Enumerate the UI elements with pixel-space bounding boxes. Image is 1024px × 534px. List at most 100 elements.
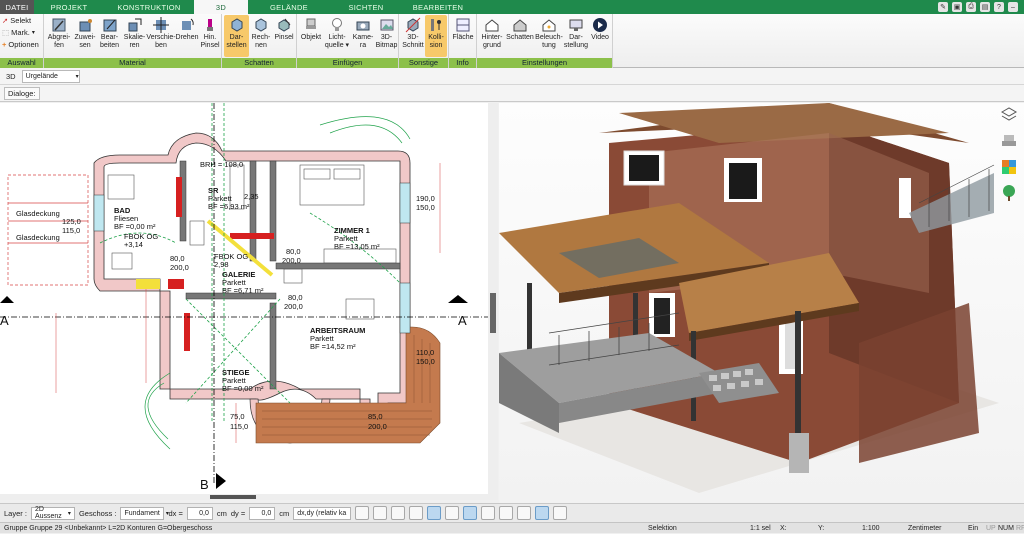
screen-icon[interactable]: [373, 506, 388, 520]
bearbeiten-button[interactable]: Bear- beiten: [97, 15, 122, 57]
terrain-select[interactable]: Urgelände ▾: [21, 69, 80, 83]
line-snap-icon[interactable]: [427, 506, 442, 520]
layer-select[interactable]: 2D Aussenz ▾: [30, 506, 75, 520]
tab-sichten[interactable]: SICHTEN: [330, 0, 402, 14]
selekt-button[interactable]: ➚ Selekt: [2, 16, 31, 25]
rechnen-button[interactable]: Rech- nen: [249, 15, 273, 57]
hin-pinsel-button[interactable]: Hin. Pinsel: [199, 15, 221, 57]
tab-gelaende[interactable]: GELÄNDE: [248, 0, 330, 14]
dx-label: dx =: [168, 508, 183, 518]
verschieben-button[interactable]: Verschie- ben: [146, 15, 176, 57]
ribbon: ➚ Selekt ⬚ Mark. ▾ + Optionen Auswahl Abg…: [0, 14, 1024, 68]
plus-icon: +: [2, 40, 7, 49]
clock-icon[interactable]: [355, 506, 370, 520]
tab-projekt[interactable]: PROJEKT: [34, 0, 104, 14]
help-icon[interactable]: ?: [994, 2, 1004, 12]
save-icon[interactable]: ▣: [952, 2, 962, 12]
status-up: UP: [986, 525, 996, 532]
dy-unit: cm: [279, 508, 290, 518]
status-bar: Gruppe Gruppe 29 <Unbekannt> L=2D Kontur…: [0, 522, 1024, 533]
lichtquelle-button[interactable]: Licht- quelle ▾: [323, 15, 351, 57]
scroll-thumb[interactable]: [490, 293, 496, 333]
plan-vertical-scrollbar[interactable]: [488, 103, 498, 500]
dx-unit: cm: [216, 508, 227, 518]
dialoge-label: Dialoge:: [4, 86, 40, 100]
tree-icon[interactable]: [1000, 184, 1018, 202]
layout-icon[interactable]: ▤: [980, 2, 990, 12]
bitmap-icon: [379, 17, 395, 33]
hintergrund-button[interactable]: Hinter- grund: [479, 15, 505, 57]
print-icon[interactable]: ⎙: [966, 2, 976, 12]
rotate-icon: [179, 17, 195, 33]
beleuchtung-button[interactable]: Beleuch- tung: [535, 15, 563, 57]
dy-input[interactable]: 0,0: [249, 506, 276, 520]
plane-icon[interactable]: [463, 506, 478, 520]
3d-schnitt-button[interactable]: 3D- Schnitt: [401, 15, 425, 57]
grid-icon[interactable]: [499, 506, 514, 520]
zuweisen-button[interactable]: Zuwei- sen: [73, 15, 97, 57]
snap-icon[interactable]: [409, 506, 424, 520]
play-icon: [592, 17, 608, 33]
fbok-label: FBOK OG +3,14: [124, 232, 159, 249]
abgreifen-button[interactable]: Abgrei- fen: [46, 15, 72, 57]
optionen-button[interactable]: + Optionen: [2, 40, 39, 49]
dialog-bar: Dialoge:: [0, 85, 1024, 102]
dimension-label: 150,0: [416, 203, 435, 212]
3d-side-toolbar: [996, 106, 1022, 202]
glazing-label: Glasdeckung: [16, 209, 60, 218]
video-button[interactable]: Video: [589, 15, 611, 57]
tab-datei[interactable]: DATEI: [0, 0, 34, 14]
eyedropper-icon: [51, 17, 67, 33]
layers-icon[interactable]: [1000, 106, 1018, 124]
group-label-einstellungen: Einstellungen: [477, 58, 612, 68]
darstellen-button[interactable]: Dar- stellen: [224, 15, 249, 57]
house-shadow-icon: [512, 17, 528, 33]
collision-icon: [428, 17, 444, 33]
darstellung-button[interactable]: Dar- stellung: [563, 15, 589, 57]
3d-view[interactable]: [499, 103, 1024, 503]
materials-icon[interactable]: [1000, 158, 1018, 176]
mark-icon: ⬚: [2, 28, 10, 37]
plan-horizontal-scrollbar[interactable]: [0, 494, 488, 500]
dimension-label: 115,0: [230, 422, 249, 431]
kollision-button[interactable]: Kolli- sion: [425, 15, 447, 57]
coord-mode-select[interactable]: dx,dy (relativ ka: [293, 506, 352, 520]
group-label-sonstige: Sonstige: [399, 58, 448, 68]
schatten-settings-button[interactable]: Schatten: [505, 15, 535, 57]
tab-bearbeiten[interactable]: BEARBEITEN: [402, 0, 474, 14]
floor-plan-drawing: [0, 103, 498, 489]
section-a-right: A: [458, 313, 467, 328]
tab-3d[interactable]: 3D: [194, 0, 248, 14]
minimize-icon[interactable]: –: [1008, 2, 1018, 12]
angle-icon[interactable]: [445, 506, 460, 520]
dimension-label: 115,0: [62, 226, 81, 235]
armchair-icon[interactable]: [1000, 132, 1018, 150]
status-rf: RF: [1016, 525, 1024, 532]
drehen-button[interactable]: Drehen: [175, 15, 199, 57]
objekt-button[interactable]: Objekt: [299, 15, 323, 57]
mark-button[interactable]: ⬚ Mark. ▾: [2, 28, 35, 37]
house-light-icon: [541, 17, 557, 33]
area-icon[interactable]: [517, 506, 532, 520]
3d-bitmap-button[interactable]: 3D- Bitmap: [375, 15, 398, 57]
dimension-label: 80,0: [170, 254, 185, 263]
scroll-thumb[interactable]: [210, 495, 256, 499]
ortho-icon[interactable]: [391, 506, 406, 520]
schatten-pinsel-button[interactable]: Pinsel: [273, 15, 295, 57]
room-label-arbeitsraum: ARBEITSRAUM Parkett BF =14,52 m²: [310, 326, 366, 351]
pin-icon[interactable]: [553, 506, 568, 520]
scissors-icon[interactable]: [481, 506, 496, 520]
pencil-icon[interactable]: ✎: [938, 2, 948, 12]
kamera-button[interactable]: Kame- ra: [351, 15, 375, 57]
dimension-label: 2,35: [244, 192, 259, 201]
flaeche-button[interactable]: Fläche: [451, 15, 475, 57]
floor-plan-view[interactable]: Glasdeckung Glasdeckung 125,0 115,0 BAD …: [0, 103, 498, 500]
skalieren-button[interactable]: Skalie- ren: [122, 15, 147, 57]
glazing-label: Glasdeckung: [16, 233, 60, 242]
dx-input[interactable]: 0,0: [186, 506, 213, 520]
geschoss-select[interactable]: Fundament ▾: [120, 506, 169, 520]
ribbon-tab-bar: DATEI PROJEKT KONSTRUKTION 3D GELÄNDE SI…: [0, 0, 1024, 14]
tab-konstruktion[interactable]: KONSTRUKTION: [104, 0, 194, 14]
status-y: Y:: [818, 525, 825, 532]
n-icon[interactable]: [535, 506, 550, 520]
